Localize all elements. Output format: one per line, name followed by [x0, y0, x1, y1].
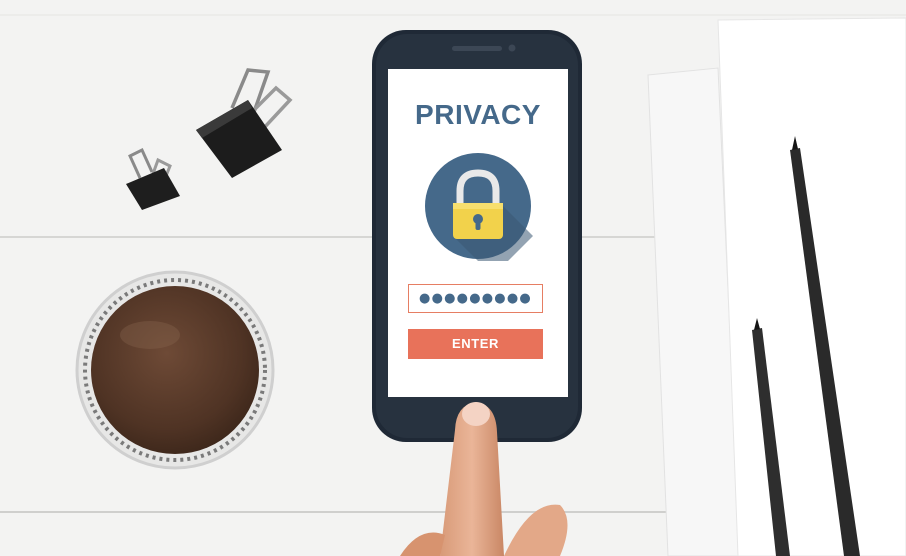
photo-scene: PRIVACY ENTER	[0, 0, 906, 556]
coffee-glass	[75, 270, 275, 470]
enter-button[interactable]: ENTER	[408, 329, 543, 359]
padlock-icon	[425, 153, 533, 261]
phone-screen: PRIVACY ENTER	[388, 69, 568, 397]
privacy-title: PRIVACY	[415, 99, 541, 130]
phone-camera	[508, 44, 516, 52]
phone-speaker	[452, 46, 502, 51]
password-field[interactable]	[408, 284, 543, 313]
